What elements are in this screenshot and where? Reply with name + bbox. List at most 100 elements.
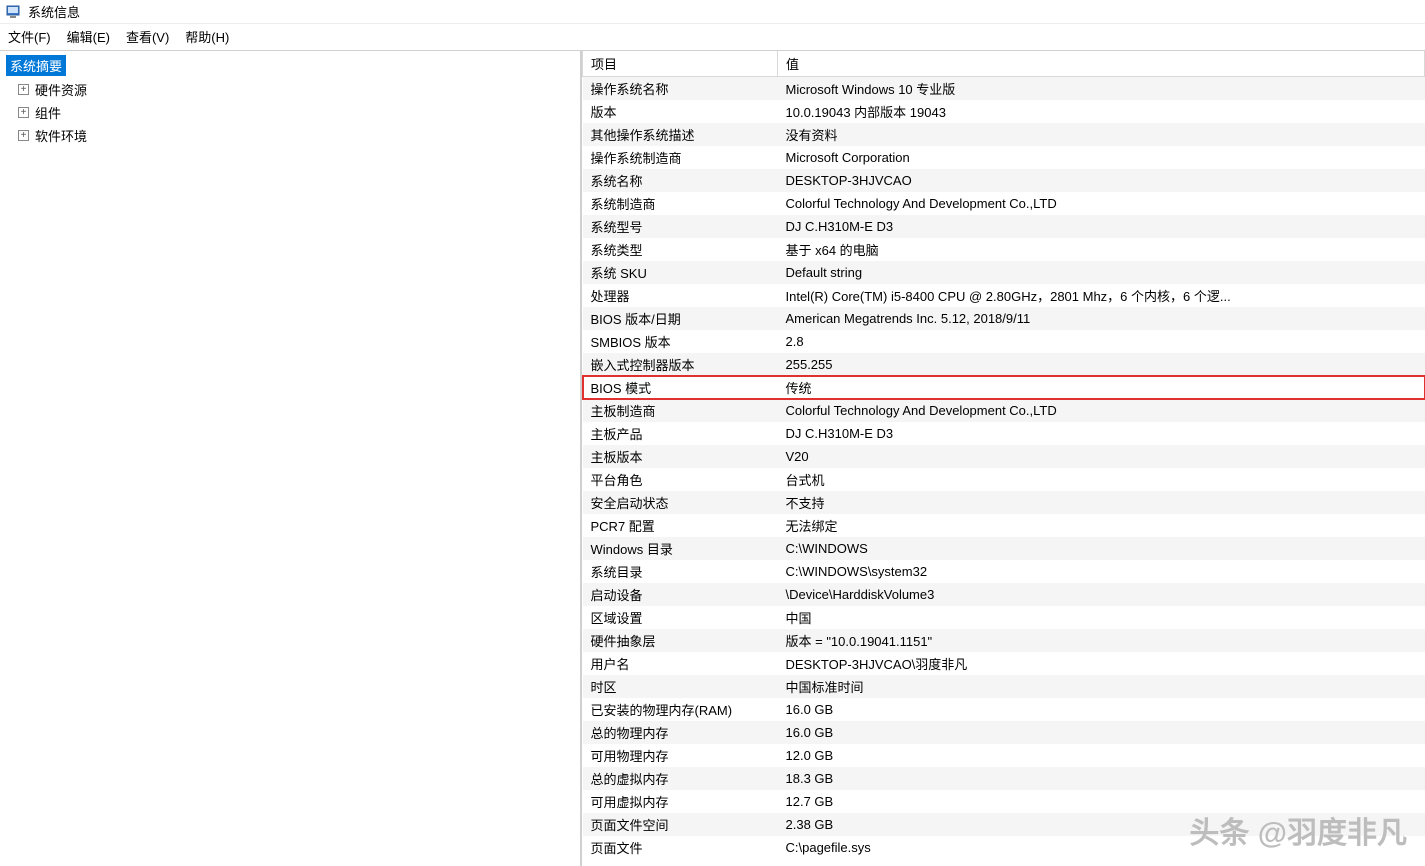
cell-item: 页面文件空间 bbox=[583, 813, 778, 836]
tree-item-label: 硬件资源 bbox=[35, 80, 87, 99]
table-row[interactable]: 可用虚拟内存12.7 GB bbox=[583, 790, 1425, 813]
expand-icon[interactable]: + bbox=[18, 130, 29, 141]
menu-file[interactable]: 文件(F) bbox=[8, 27, 51, 46]
cell-item: 操作系统制造商 bbox=[583, 146, 778, 169]
table-row[interactable]: 主板版本V20 bbox=[583, 445, 1425, 468]
menu-help[interactable]: 帮助(H) bbox=[185, 27, 229, 46]
cell-item: 系统制造商 bbox=[583, 192, 778, 215]
cell-value: 2.8 bbox=[778, 330, 1425, 353]
cell-item: 系统 SKU bbox=[583, 261, 778, 284]
cell-item: 系统目录 bbox=[583, 560, 778, 583]
cell-value: 传统 bbox=[778, 376, 1425, 399]
cell-value: 中国 bbox=[778, 606, 1425, 629]
tree-item-label: 组件 bbox=[35, 103, 61, 122]
table-row[interactable]: 启动设备\Device\HarddiskVolume3 bbox=[583, 583, 1425, 606]
menu-view[interactable]: 查看(V) bbox=[126, 27, 169, 46]
table-row[interactable]: 安全启动状态不支持 bbox=[583, 491, 1425, 514]
cell-item: 系统类型 bbox=[583, 238, 778, 261]
table-row[interactable]: 可用物理内存12.0 GB bbox=[583, 744, 1425, 767]
title-bar: 系统信息 bbox=[0, 0, 1425, 24]
cell-value: DESKTOP-3HJVCAO\羽度非凡 bbox=[778, 652, 1425, 675]
table-row[interactable]: 区域设置中国 bbox=[583, 606, 1425, 629]
table-row[interactable]: 系统型号DJ C.H310M-E D3 bbox=[583, 215, 1425, 238]
table-row[interactable]: 处理器Intel(R) Core(TM) i5-8400 CPU @ 2.80G… bbox=[583, 284, 1425, 307]
table-row[interactable]: 系统 SKUDefault string bbox=[583, 261, 1425, 284]
table-row[interactable]: 页面文件空间2.38 GB bbox=[583, 813, 1425, 836]
cell-value: 2.38 GB bbox=[778, 813, 1425, 836]
table-row[interactable]: SMBIOS 版本2.8 bbox=[583, 330, 1425, 353]
tree-item[interactable]: + 硬件资源 bbox=[6, 80, 574, 99]
table-row[interactable]: 页面文件C:\pagefile.sys bbox=[583, 836, 1425, 859]
cell-value: 10.0.19043 内部版本 19043 bbox=[778, 100, 1425, 123]
cell-value: 255.255 bbox=[778, 353, 1425, 376]
cell-item: 安全启动状态 bbox=[583, 491, 778, 514]
table-row[interactable]: BIOS 模式传统 bbox=[583, 376, 1425, 399]
cell-item: 操作系统名称 bbox=[583, 77, 778, 101]
tree-item[interactable]: + 组件 bbox=[6, 103, 574, 122]
cell-value: \Device\HarddiskVolume3 bbox=[778, 583, 1425, 606]
col-header-item[interactable]: 项目 bbox=[583, 51, 778, 77]
table-row[interactable]: 时区中国标准时间 bbox=[583, 675, 1425, 698]
cell-value: Default string bbox=[778, 261, 1425, 284]
table-row[interactable]: 其他操作系统描述没有资料 bbox=[583, 123, 1425, 146]
table-row[interactable]: 系统制造商Colorful Technology And Development… bbox=[583, 192, 1425, 215]
cell-value: Microsoft Corporation bbox=[778, 146, 1425, 169]
cell-item: 主板产品 bbox=[583, 422, 778, 445]
table-row[interactable]: 系统类型基于 x64 的电脑 bbox=[583, 238, 1425, 261]
expand-icon[interactable]: + bbox=[18, 107, 29, 118]
cell-value: American Megatrends Inc. 5.12, 2018/9/11 bbox=[778, 307, 1425, 330]
cell-item: 已安装的物理内存(RAM) bbox=[583, 698, 778, 721]
table-row[interactable]: 主板制造商Colorful Technology And Development… bbox=[583, 399, 1425, 422]
tree-item-label: 软件环境 bbox=[35, 126, 87, 145]
window-title: 系统信息 bbox=[28, 2, 80, 21]
table-row[interactable]: 总的虚拟内存18.3 GB bbox=[583, 767, 1425, 790]
table-row[interactable]: 操作系统制造商Microsoft Corporation bbox=[583, 146, 1425, 169]
table-row[interactable]: 用户名DESKTOP-3HJVCAO\羽度非凡 bbox=[583, 652, 1425, 675]
cell-value: 16.0 GB bbox=[778, 698, 1425, 721]
details-table: 项目 值 操作系统名称Microsoft Windows 10 专业版版本10.… bbox=[582, 51, 1425, 859]
table-row[interactable]: Windows 目录C:\WINDOWS bbox=[583, 537, 1425, 560]
table-row[interactable]: 操作系统名称Microsoft Windows 10 专业版 bbox=[583, 77, 1425, 101]
cell-value: DJ C.H310M-E D3 bbox=[778, 422, 1425, 445]
table-row[interactable]: 硬件抽象层版本 = "10.0.19041.1151" bbox=[583, 629, 1425, 652]
cell-item: BIOS 版本/日期 bbox=[583, 307, 778, 330]
cell-value: 不支持 bbox=[778, 491, 1425, 514]
tree-item[interactable]: + 软件环境 bbox=[6, 126, 574, 145]
cell-item: 主板制造商 bbox=[583, 399, 778, 422]
menu-bar: 文件(F) 编辑(E) 查看(V) 帮助(H) bbox=[0, 24, 1425, 50]
cell-item: 时区 bbox=[583, 675, 778, 698]
cell-value: C:\WINDOWS\system32 bbox=[778, 560, 1425, 583]
cell-item: 系统型号 bbox=[583, 215, 778, 238]
cell-item: SMBIOS 版本 bbox=[583, 330, 778, 353]
table-row[interactable]: 系统名称DESKTOP-3HJVCAO bbox=[583, 169, 1425, 192]
table-row[interactable]: 总的物理内存16.0 GB bbox=[583, 721, 1425, 744]
cell-value: 中国标准时间 bbox=[778, 675, 1425, 698]
cell-item: 总的虚拟内存 bbox=[583, 767, 778, 790]
tree-root-system-summary[interactable]: 系统摘要 bbox=[6, 55, 66, 76]
table-row[interactable]: 主板产品DJ C.H310M-E D3 bbox=[583, 422, 1425, 445]
col-header-value[interactable]: 值 bbox=[778, 51, 1425, 77]
cell-item: 主板版本 bbox=[583, 445, 778, 468]
table-row[interactable]: 版本10.0.19043 内部版本 19043 bbox=[583, 100, 1425, 123]
table-row[interactable]: 已安装的物理内存(RAM)16.0 GB bbox=[583, 698, 1425, 721]
menu-edit[interactable]: 编辑(E) bbox=[67, 27, 110, 46]
content-area: 系统摘要 +硬件资源+组件+软件环境 项目 值 操作系统名称Microsoft … bbox=[0, 50, 1425, 866]
cell-item: 区域设置 bbox=[583, 606, 778, 629]
cell-value: 12.0 GB bbox=[778, 744, 1425, 767]
cell-value: 无法绑定 bbox=[778, 514, 1425, 537]
cell-value: 版本 = "10.0.19041.1151" bbox=[778, 629, 1425, 652]
table-row[interactable]: 系统目录C:\WINDOWS\system32 bbox=[583, 560, 1425, 583]
cell-item: Windows 目录 bbox=[583, 537, 778, 560]
details-pane[interactable]: 项目 值 操作系统名称Microsoft Windows 10 专业版版本10.… bbox=[582, 51, 1425, 866]
table-row[interactable]: 嵌入式控制器版本255.255 bbox=[583, 353, 1425, 376]
cell-item: 平台角色 bbox=[583, 468, 778, 491]
tree-pane[interactable]: 系统摘要 + 硬件资源 + 组件 + 软件环境 bbox=[0, 51, 582, 866]
cell-value: 台式机 bbox=[778, 468, 1425, 491]
app-icon bbox=[6, 4, 22, 20]
expand-icon[interactable]: + bbox=[18, 84, 29, 95]
cell-item: 可用物理内存 bbox=[583, 744, 778, 767]
table-row[interactable]: 平台角色台式机 bbox=[583, 468, 1425, 491]
table-row[interactable]: BIOS 版本/日期American Megatrends Inc. 5.12,… bbox=[583, 307, 1425, 330]
table-row[interactable]: PCR7 配置无法绑定 bbox=[583, 514, 1425, 537]
cell-value: Colorful Technology And Development Co.,… bbox=[778, 192, 1425, 215]
